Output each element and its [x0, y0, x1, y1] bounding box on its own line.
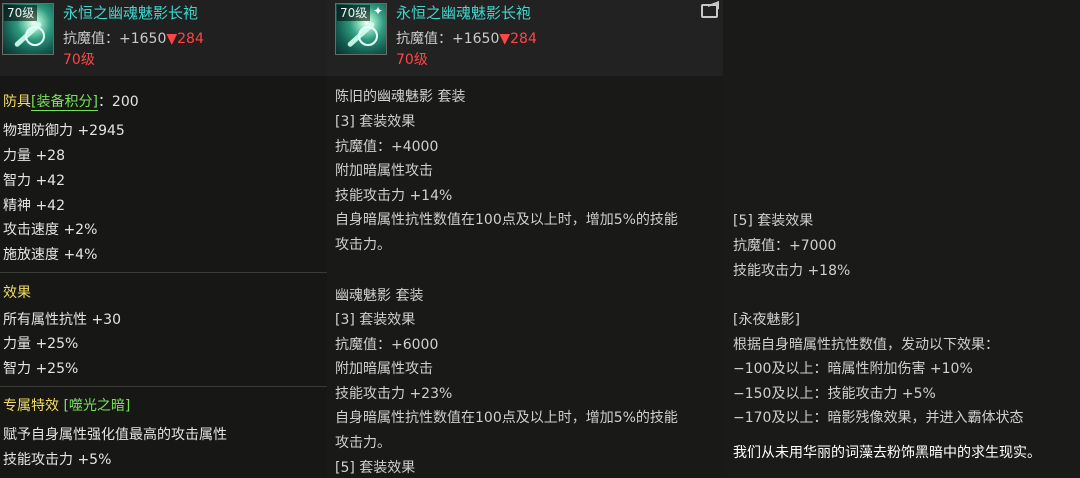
set-bonus-line: 抗魔值：+4000: [335, 139, 439, 155]
set-name: 陈旧的幽魂魅影 套装: [335, 89, 466, 105]
set-bonus-line: 自身暗属性抗性数值在100点及以上时，增加5%的技能: [335, 212, 678, 228]
required-level: 70级: [396, 52, 428, 68]
set-bonus-line: 附加暗属性攻击: [335, 361, 433, 377]
set-bonus-line: 攻击力。: [335, 435, 391, 451]
robe-item-icon: 70级: [2, 3, 54, 55]
set-bonus-line: 攻击力。: [335, 237, 391, 253]
item-name: 永恒之幽魂魅影长袍: [396, 4, 532, 22]
decrease-arrow-icon: ▼284: [499, 31, 537, 47]
set-bonus-line: −170及以上：暗影残像效果，并进入霸体状态: [733, 410, 1024, 426]
effect-header: 效果: [3, 285, 31, 301]
set-bonus-line: 自身暗属性抗性数值在100点及以上时，增加5%的技能: [335, 410, 678, 426]
required-level: 70级: [63, 52, 95, 68]
item-tooltip-middle: ✦ 70级 永恒之幽魂魅影长袍 抗魔值：+1650▼284 70级 陈旧的幽魂魅…: [327, 0, 723, 478]
magic-resistance: 抗魔值：+1650▼284: [63, 31, 204, 47]
stat-line: 智力 +42: [3, 173, 65, 189]
item-header: ✦ 70级 永恒之幽魂魅影长袍 抗魔值：+1650▼284 70级: [327, 0, 723, 76]
level-badge: 70级: [4, 5, 38, 21]
set-bonus-line: −150及以上：技能攻击力 +5%: [733, 386, 936, 402]
stat-line: 施放速度 +4%: [3, 247, 98, 263]
special-effect-name: [噬光之暗]: [63, 398, 131, 414]
special-effect-header: 专属特效 [噬光之暗]: [3, 398, 131, 414]
set-bonus-line: [5] 套装效果: [733, 213, 814, 229]
stat-line: 物理防御力 +2945: [3, 123, 125, 139]
set-bonus-line: 技能攻击力 +18%: [733, 263, 851, 279]
item-header: 70级 永恒之幽魂魅影长袍 抗魔值：+1650▼284 70级: [0, 0, 327, 76]
special-line: 技能攻击力 +5%: [3, 452, 112, 468]
magic-resistance: 抗魔值：+1650▼284: [396, 31, 537, 47]
stat-line: 精神 +42: [3, 198, 65, 214]
flavor-text: 我们从未用华丽的词藻去粉饰黑暗中的求生现实。: [733, 445, 1041, 461]
set-bonus-line: 抗魔值：+7000: [733, 238, 837, 254]
set-bonus-line: [5] 套装效果: [335, 460, 416, 476]
set-bonus-line: [3] 套装效果: [335, 114, 416, 130]
effect-line: 力量 +25%: [3, 336, 79, 352]
decrease-arrow-icon: ▼284: [166, 31, 204, 47]
set-name: 幽魂魅影 套装: [335, 288, 424, 304]
effect-line: 所有属性抗性 +30: [3, 312, 121, 328]
effect-line: 智力 +25%: [3, 361, 79, 377]
set-bonus-line: 技能攻击力 +23%: [335, 386, 453, 402]
item-name: 永恒之幽魂魅影长袍: [63, 4, 199, 22]
armor-score-link[interactable]: [装备积分]: [31, 94, 98, 111]
set-bonus-line: 抗魔值：+6000: [335, 337, 439, 353]
divider: [0, 272, 327, 273]
special-line: 赋予自身属性强化值最高的攻击属性: [3, 427, 227, 443]
item-tooltip-left: 70级 永恒之幽魂魅影长袍 抗魔值：+1650▼284 70级 防具[装备积分]…: [0, 0, 327, 478]
set-bonus-line: −100及以上：暗属性附加伤害 +10%: [733, 361, 973, 377]
set-bonus-line: 附加暗属性攻击: [335, 163, 433, 179]
armor-score-line: 防具[装备积分]：200: [3, 94, 139, 111]
stat-line: 力量 +28: [3, 148, 65, 164]
stat-line: 攻击速度 +2%: [3, 222, 98, 238]
set-effect-name: [永夜魅影]: [733, 312, 800, 328]
level-badge: 70级: [337, 5, 371, 21]
set-bonus-line: 根据自身暗属性抗性数值，发动以下效果：: [733, 337, 999, 353]
item-tooltip-right: [5] 套装效果 抗魔值：+7000 技能攻击力 +18% [永夜魅影] 根据自…: [723, 0, 1080, 478]
divider: [0, 386, 327, 387]
set-bonus-line: 技能攻击力 +14%: [335, 188, 453, 204]
set-bonus-line: [3] 套装效果: [335, 312, 416, 328]
robe-item-icon: ✦ 70级: [335, 3, 387, 55]
share-icon[interactable]: [701, 4, 718, 18]
